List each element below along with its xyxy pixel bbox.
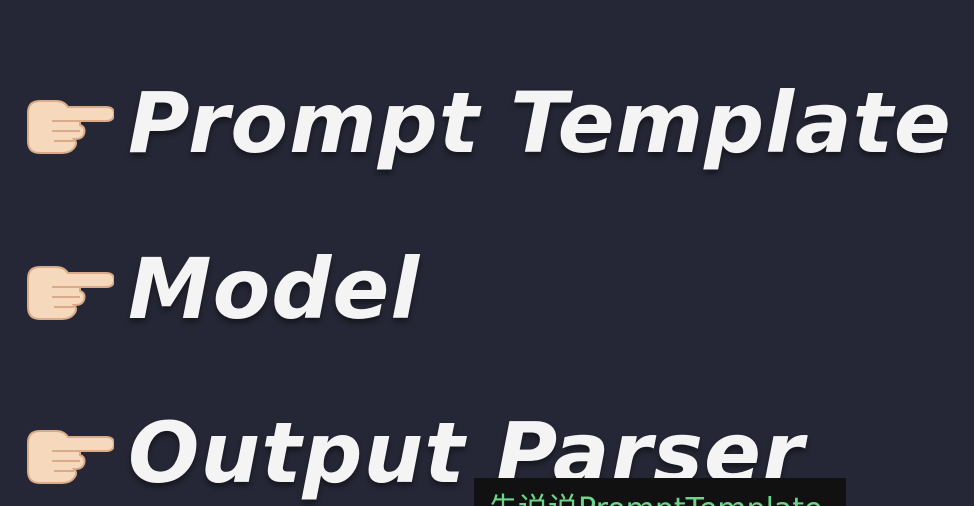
subtitle-caption: 先说说PromptTemplate bbox=[474, 478, 846, 506]
pointing-right-hand-icon bbox=[27, 100, 114, 154]
pointing-right-hand-icon bbox=[27, 430, 114, 484]
bullet-item-prompt-template: Prompt Template bbox=[22, 74, 952, 172]
subtitle-text: 先说说PromptTemplate bbox=[488, 484, 823, 506]
slide: Prompt Template Model Output Parser 先说说P… bbox=[0, 0, 974, 506]
bullet-label: Prompt Template bbox=[128, 74, 952, 172]
bullet-label: Model bbox=[128, 240, 421, 338]
bullet-item-model: Model bbox=[22, 240, 420, 338]
pointing-right-hand-icon bbox=[27, 266, 114, 320]
